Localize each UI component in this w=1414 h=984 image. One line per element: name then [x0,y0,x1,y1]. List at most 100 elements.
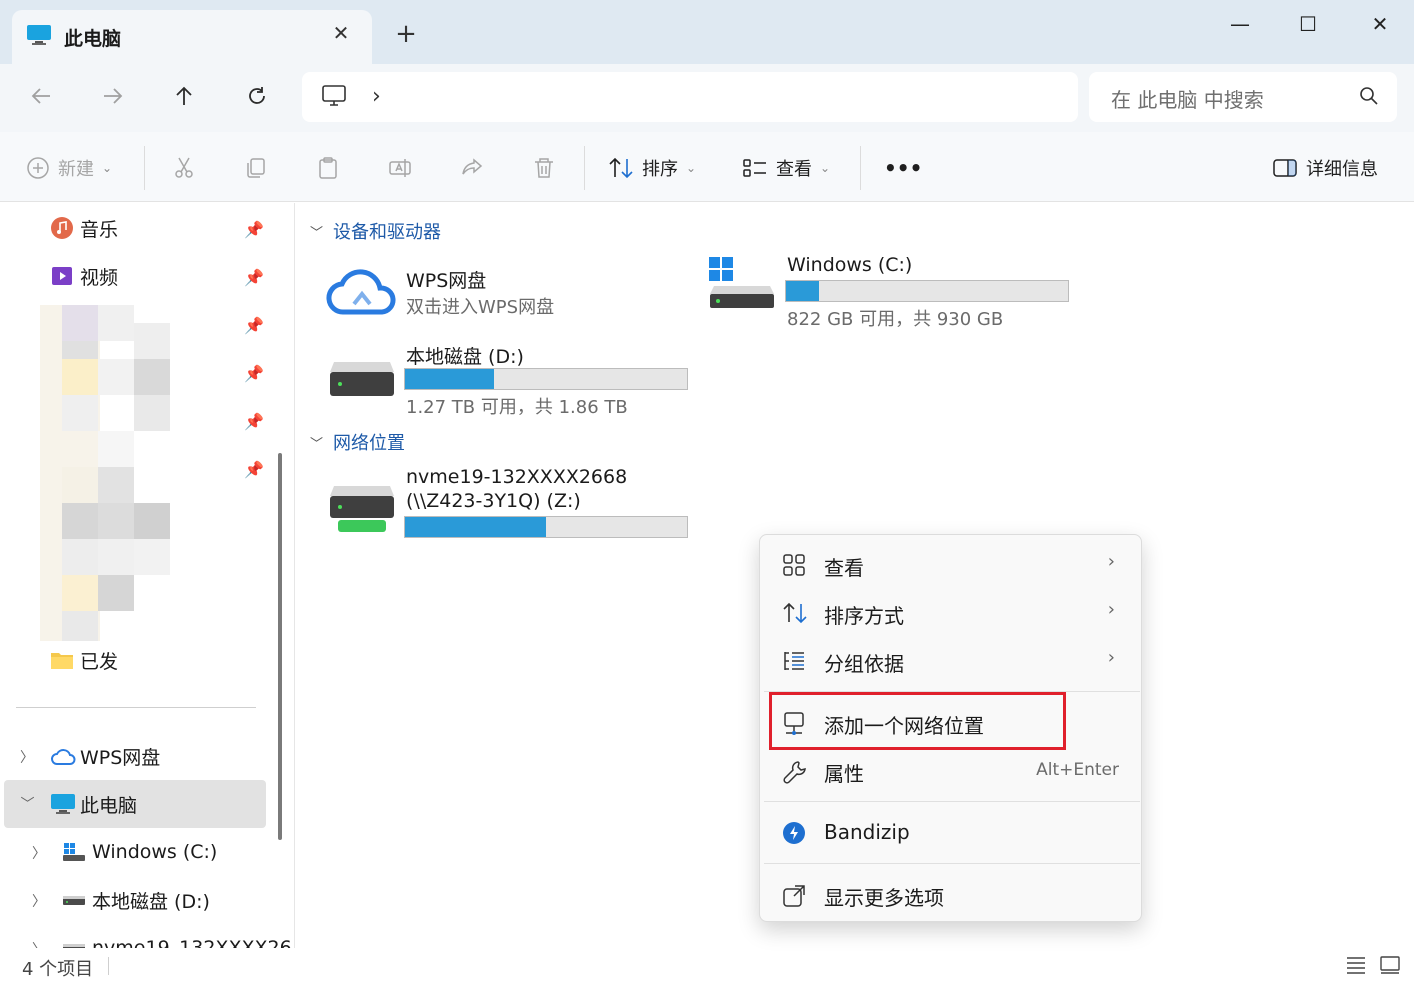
chevron-right-icon: › [1107,647,1115,668]
pin-icon[interactable]: 📌 [244,412,264,432]
tiles-view-icon[interactable] [1380,956,1400,979]
capacity-bar [785,280,1069,302]
menu-item-label: 属性 [824,762,864,786]
item-name-line2: (\\Z423-3Y1Q) (Z:) [406,490,581,512]
sidebar-item-d-drive[interactable]: 本地磁盘 (D:) [62,878,210,922]
minimize-button[interactable]: — [1210,8,1270,40]
tab-this-pc[interactable]: 此电脑 ✕ [12,10,372,64]
item-name: 本地磁盘 (D:) [406,346,524,368]
rename-button[interactable] [388,154,412,182]
sidebar-item-label: 本地磁盘 (D:) [92,890,210,913]
sidebar-item-sent[interactable]: 已发 [50,638,118,682]
sidebar-item-label: 此电脑 [80,794,138,817]
share-button[interactable] [460,154,484,182]
copy-icon [247,158,265,178]
details-pane-button[interactable]: 详细信息 [1272,154,1378,182]
search-icon[interactable] [1359,86,1379,111]
drive-icon [330,362,394,396]
chevron-right-icon[interactable]: 〉 [32,891,46,911]
arrow-up-icon [176,86,192,105]
sidebar-item-videos[interactable]: 视频 [50,254,118,298]
navigation-pane: 音乐 📌 视频 📌 📌 📌 📌 📌 已发 〉 WPS网盘 〉 此电脑 〉 Win… [0,203,294,948]
pin-icon[interactable]: 📌 [244,316,264,336]
view-button[interactable]: 查看 ⌄ [742,154,830,182]
chevron-down-icon[interactable]: 〉 [17,796,37,810]
menu-item-group-by[interactable]: 分组依据 › [760,639,1141,683]
sidebar-item-wps[interactable]: WPS网盘 [50,734,160,778]
forward-button[interactable] [96,82,130,116]
sidebar-item-c-drive[interactable]: Windows (C:) [62,830,217,874]
tab-title: 此电脑 [64,28,122,50]
cut-button[interactable] [172,154,196,182]
pin-icon[interactable]: 📌 [244,220,264,240]
sidebar-item-music[interactable]: 音乐 [50,206,118,250]
delete-button[interactable] [532,154,556,182]
sidebar-item-label: 音乐 [80,218,119,241]
item-count: 4 个项目 [22,959,94,980]
share-icon [462,158,483,175]
chevron-right-icon[interactable]: 〉 [32,843,46,863]
sidebar-scrollbar[interactable] [278,453,282,840]
pin-icon[interactable]: 📌 [244,364,264,384]
close-window-button[interactable]: ✕ [1350,8,1410,40]
wrench-icon [782,759,808,785]
pin-icon[interactable]: 📌 [244,460,264,480]
new-button[interactable]: 新建 ⌄ [26,154,112,182]
group-header-devices[interactable]: ﹀ 设备和驱动器 [310,218,441,244]
details-view-icon[interactable] [1346,956,1366,979]
plus-circle-icon [27,157,49,179]
group-header-network[interactable]: ﹀ 网络位置 [310,429,405,455]
status-bar: 4 个项目 [0,948,1414,984]
group-title: 设备和驱动器 [333,222,442,243]
grid-icon [782,553,808,579]
monitor-icon [322,85,346,112]
back-button[interactable] [24,82,58,116]
menu-item-show-more-options[interactable]: 显示更多选项 [760,873,1141,917]
breadcrumb-chevron[interactable]: › [372,84,381,109]
arrow-left-icon [31,88,50,104]
chevron-down-icon: ⌄ [686,161,697,175]
navigation-bar: › 在 此电脑 中搜索 [0,64,1414,132]
pin-icon[interactable]: 📌 [244,268,264,288]
open-external-icon [782,883,808,909]
sidebar-item-z-drive[interactable]: nvme19_132XXXX26 [62,926,292,948]
menu-item-properties[interactable]: 属性 Alt+Enter [760,749,1141,793]
sort-button[interactable]: 排序 ⌄ [608,154,696,182]
music-icon [51,217,73,239]
trash-icon [535,158,553,178]
video-icon [52,267,72,285]
menu-item-sort-by[interactable]: 排序方式 › [760,591,1141,635]
close-tab-icon[interactable]: ✕ [328,20,354,46]
network-drive-icon [63,944,85,948]
address-bar[interactable]: › [302,72,1078,122]
maximize-button[interactable]: ☐ [1278,8,1338,40]
menu-item-bandizip[interactable]: Bandizip [760,811,1141,855]
more-button[interactable]: ••• [884,154,922,182]
sort-icon [782,601,808,627]
paste-button[interactable] [316,154,340,182]
refresh-button[interactable] [240,82,274,116]
divider [108,957,109,975]
menu-item-view[interactable]: 查看 › [760,543,1141,587]
pane-divider[interactable] [294,203,295,948]
bandizip-icon [782,821,808,847]
copy-button[interactable] [244,154,268,182]
cloud-icon [51,749,76,765]
up-button[interactable] [167,82,201,116]
sidebar-item-label: WPS网盘 [80,746,161,769]
folder-icon [51,653,73,669]
cloud-icon [326,269,396,315]
computer-icon [51,794,75,814]
shortcut-text: Alt+Enter [1036,760,1119,780]
refresh-icon [249,87,265,104]
sidebar-item-label: 已发 [80,650,119,673]
chevron-right-icon[interactable]: 〉 [20,747,34,767]
chevron-right-icon[interactable]: 〉 [32,939,46,948]
divider [584,146,585,190]
capacity-fill [405,517,546,537]
search-box[interactable]: 在 此电脑 中搜索 [1089,72,1397,122]
new-tab-button[interactable]: + [392,20,420,48]
highlight-box [769,692,1066,750]
sidebar-item-this-pc[interactable]: 此电脑 [50,782,137,826]
chevron-down-icon: ﹀ [310,436,324,452]
